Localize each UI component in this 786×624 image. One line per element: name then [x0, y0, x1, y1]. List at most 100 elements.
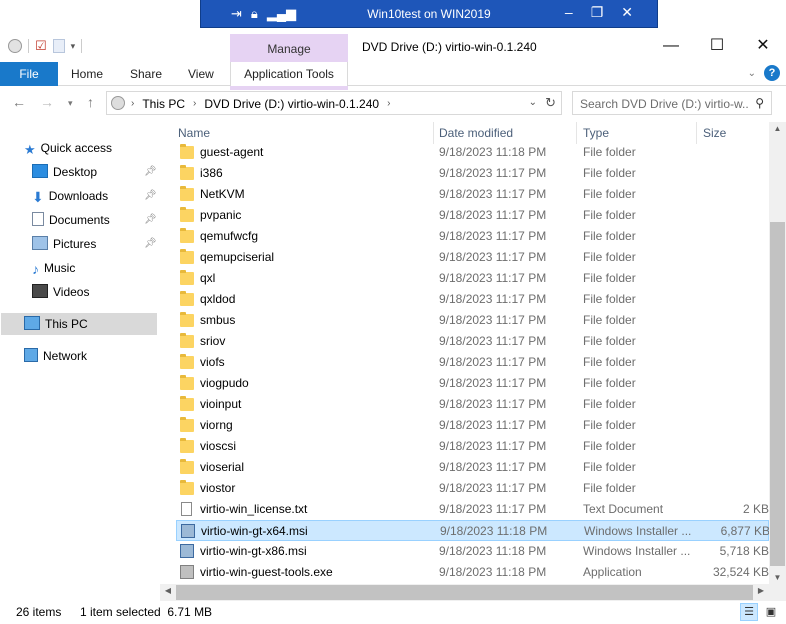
nav-desktop[interactable]: Desktop: [32, 161, 97, 183]
scrollbar-thumb[interactable]: [176, 585, 753, 600]
breadcrumb: › This PC › DVD Drive (D:) virtio-win-0.…: [131, 97, 390, 111]
table-row[interactable]: guest-agent 9/18/2023 11:18 PM File folder: [176, 142, 769, 163]
minimize-icon[interactable]: —: [648, 32, 694, 60]
scrollbar-thumb[interactable]: [770, 222, 785, 566]
explorer-screen: ⇥ 🔒︎ ▂▄▆ Win10test on WIN2019 – ❐ ✕ ☑ ▾ …: [0, 0, 786, 624]
column-divider[interactable]: [576, 122, 577, 144]
table-row[interactable]: viorng 9/18/2023 11:17 PM File folder: [176, 415, 769, 436]
pin-icon[interactable]: 📌︎: [144, 166, 157, 177]
file-type: File folder: [583, 355, 636, 369]
large-icons-view-icon[interactable]: ▣: [762, 603, 780, 621]
file-name: qemupciserial: [200, 250, 275, 264]
table-row[interactable]: virtio-win_license.txt 9/18/2023 11:17 PM…: [176, 499, 769, 520]
nav-quick-access[interactable]: ★ Quick access: [24, 137, 112, 159]
refresh-icon[interactable]: ↻: [545, 95, 556, 111]
column-divider[interactable]: [433, 122, 434, 144]
tab-view[interactable]: View: [188, 62, 214, 86]
recent-locations-icon[interactable]: ▾: [68, 98, 73, 109]
maximize-icon[interactable]: ☐: [694, 32, 740, 60]
scroll-down-icon[interactable]: ▼: [769, 573, 786, 582]
scroll-right-icon[interactable]: ▶: [753, 586, 769, 595]
search-icon[interactable]: ⚲: [755, 96, 764, 110]
table-row[interactable]: viofs 9/18/2023 11:17 PM File folder: [176, 352, 769, 373]
table-row[interactable]: smbus 9/18/2023 11:17 PM File folder: [176, 310, 769, 331]
scroll-up-icon[interactable]: ▲: [769, 124, 786, 133]
file-type: File folder: [583, 418, 636, 432]
column-header-size[interactable]: Size: [703, 122, 726, 144]
pin-icon[interactable]: 📌︎: [144, 190, 157, 201]
chevron-right-icon[interactable]: ›: [131, 98, 134, 111]
table-row[interactable]: virtio-win-gt-x86.msi 9/18/2023 11:18 PM W…: [176, 541, 769, 562]
tab-share[interactable]: Share: [130, 62, 162, 86]
table-row[interactable]: qxldod 9/18/2023 11:17 PM File folder: [176, 289, 769, 310]
chevron-right-icon[interactable]: ›: [193, 98, 196, 111]
rdp-restore-icon[interactable]: ❐: [591, 4, 604, 21]
table-row[interactable]: qemupciserial 9/18/2023 11:17 PM File fold…: [176, 247, 769, 268]
folder-icon: [180, 186, 194, 201]
table-row[interactable]: vioserial 9/18/2023 11:17 PM File folder: [176, 457, 769, 478]
nav-downloads[interactable]: ⬇ Downloads: [32, 185, 108, 207]
tab-file[interactable]: File: [0, 62, 58, 86]
horizontal-scrollbar[interactable]: ◀ ▶: [160, 584, 769, 601]
file-name: viorng: [200, 418, 233, 432]
nav-documents[interactable]: Documents: [32, 209, 110, 231]
expand-ribbon-icon[interactable]: ⌄: [748, 68, 756, 79]
vertical-scrollbar[interactable]: ▲ ▼: [769, 122, 786, 584]
table-row[interactable]: pvpanic 9/18/2023 11:17 PM File folder: [176, 205, 769, 226]
up-icon[interactable]: ↑: [87, 94, 94, 110]
file-list: ⌃ Name Date modified Type Size guest-age…: [160, 122, 769, 584]
pin-icon[interactable]: 📌︎: [144, 238, 157, 249]
rdp-close-icon[interactable]: ✕: [621, 4, 633, 21]
videos-icon: [32, 284, 48, 298]
pin-icon[interactable]: 📌︎: [144, 214, 157, 225]
chevron-right-icon[interactable]: ›: [387, 98, 390, 111]
nav-network[interactable]: Network: [24, 345, 87, 367]
table-row[interactable]: vioscsi 9/18/2023 11:17 PM File folder: [176, 436, 769, 457]
help-icon[interactable]: ?: [764, 65, 780, 81]
nav-music[interactable]: ♪ Music: [32, 257, 75, 279]
column-header-type[interactable]: Type: [583, 122, 609, 144]
table-row[interactable]: qemufwcfg 9/18/2023 11:17 PM File folder: [176, 226, 769, 247]
column-header-name[interactable]: Name: [178, 122, 210, 144]
file-date: 9/18/2023 11:17 PM: [439, 481, 547, 495]
nav-videos[interactable]: Videos: [32, 281, 89, 303]
back-icon[interactable]: ←: [12, 94, 26, 110]
customize-qat-icon[interactable]: ▾: [71, 41, 76, 52]
breadcrumb-dvd-drive[interactable]: DVD Drive (D:) virtio-win-0.1.240: [204, 97, 379, 111]
table-row[interactable]: viostor 9/18/2023 11:17 PM File folder: [176, 478, 769, 499]
table-row[interactable]: qxl 9/18/2023 11:17 PM File folder: [176, 268, 769, 289]
scroll-left-icon[interactable]: ◀: [160, 586, 176, 595]
new-folder-icon[interactable]: [52, 39, 65, 53]
details-view-icon[interactable]: ☰: [740, 603, 758, 621]
folder-icon: [180, 207, 194, 222]
nav-this-pc[interactable]: This PC: [1, 313, 157, 335]
file-name: qxldod: [200, 292, 236, 306]
search-input[interactable]: Search DVD Drive (D:) virtio-w... ⚲: [572, 91, 772, 115]
table-row[interactable]: sriov 9/18/2023 11:17 PM File folder: [176, 331, 769, 352]
table-row[interactable]: virtio-win-guest-tools.exe 9/18/2023 11:1…: [176, 562, 769, 583]
table-row[interactable]: virtio-win-gt-x64.msi 9/18/2023 11:18 PM W…: [176, 520, 769, 541]
file-name: guest-agent: [200, 145, 264, 159]
tab-home[interactable]: Home: [71, 62, 103, 86]
column-divider[interactable]: [696, 122, 697, 144]
table-row[interactable]: vioinput 9/18/2023 11:17 PM File folder: [176, 394, 769, 415]
quick-access-toolbar: ☑ ▾: [8, 38, 83, 54]
table-row[interactable]: viogpudo 9/18/2023 11:17 PM File folder: [176, 373, 769, 394]
address-dropdown-icon[interactable]: ⌄: [529, 97, 537, 108]
computer-icon: [24, 316, 40, 330]
close-icon[interactable]: ✕: [740, 32, 786, 60]
properties-icon[interactable]: ☑: [35, 38, 47, 54]
nav-pictures[interactable]: Pictures: [32, 233, 96, 255]
forward-icon[interactable]: →: [40, 94, 54, 110]
search-placeholder: Search DVD Drive (D:) virtio-w...: [580, 97, 748, 111]
drive-icon[interactable]: [8, 39, 22, 53]
table-row[interactable]: i386 9/18/2023 11:17 PM File folder: [176, 163, 769, 184]
address-bar[interactable]: › This PC › DVD Drive (D:) virtio-win-0.…: [106, 91, 562, 115]
file-name: virtio-win-gt-x86.msi: [200, 544, 307, 558]
tab-application-tools[interactable]: Application Tools: [230, 62, 348, 86]
rdp-minimize-icon[interactable]: –: [565, 4, 573, 21]
table-row[interactable]: NetKVM 9/18/2023 11:17 PM File folder: [176, 184, 769, 205]
file-type: Application: [583, 565, 642, 579]
column-header-date[interactable]: Date modified: [439, 122, 513, 144]
breadcrumb-this-pc[interactable]: This PC: [142, 97, 185, 111]
